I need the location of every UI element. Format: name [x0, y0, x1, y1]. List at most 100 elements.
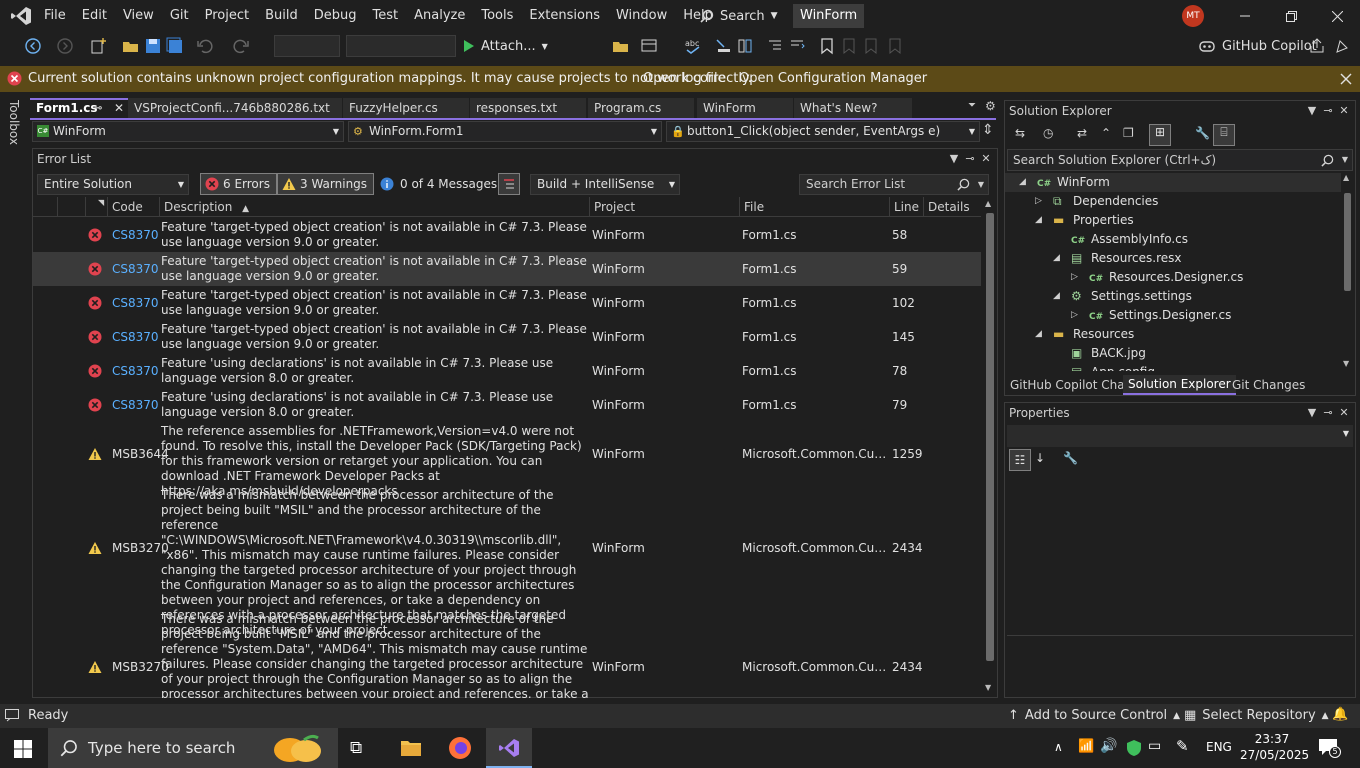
table-row[interactable]: MSB3270 There was a mismatch between the … — [33, 610, 981, 698]
pen-icon[interactable]: ✎ — [1176, 737, 1189, 755]
tab-github-copilot-chat[interactable]: GitHub Copilot Chat — [1005, 375, 1134, 395]
table-row[interactable]: MSB3644 The reference assemblies for .NET… — [33, 422, 981, 498]
show-hidden-icons-icon[interactable]: ∧ — [1054, 740, 1063, 754]
show-all-files-icon[interactable]: ⊞ — [1149, 124, 1171, 146]
restore-button[interactable] — [1268, 0, 1314, 32]
notifications-bell-icon[interactable]: 🔔 — [1332, 707, 1348, 722]
tree-item[interactable]: ◢ ▬ Resources — [1005, 325, 1341, 344]
switch-views-icon[interactable]: ⇆ — [1015, 126, 1025, 140]
close-icon[interactable]: ✕ — [1337, 104, 1351, 118]
tree-item[interactable]: ▤ App.config — [1005, 363, 1341, 371]
menu-tools[interactable]: Tools — [473, 0, 521, 32]
save-all-icon[interactable] — [166, 37, 184, 55]
tab-fuzzyhelper-cs[interactable]: FuzzyHelper.cs — [343, 98, 469, 118]
tab-list-dropdown-icon[interactable]: ⏷ — [968, 100, 976, 111]
collapse-arrow-icon[interactable]: ◢ — [1035, 325, 1042, 344]
step-into-icon[interactable] — [714, 37, 732, 55]
error-code[interactable]: CS8370 — [112, 296, 159, 310]
column-header-file[interactable]: File — [739, 197, 889, 217]
menu-extensions[interactable]: Extensions — [521, 0, 608, 32]
table-row[interactable]: MSB3270 There was a mismatch between the … — [33, 486, 981, 637]
menu-test[interactable]: Test — [365, 0, 407, 32]
visual-studio-taskbar-button[interactable] — [486, 728, 532, 768]
undo-icon[interactable] — [196, 37, 214, 55]
table-row[interactable]: CS8370 Feature 'target-typed object creat… — [33, 218, 981, 252]
collapse-arrow-icon[interactable]: ◢ — [1035, 211, 1042, 230]
menu-analyze[interactable]: Analyze — [406, 0, 473, 32]
type-navigation-combo[interactable]: ⚙ WinForm.Form1 ▼ — [348, 121, 662, 142]
scope-combo[interactable]: Entire Solution ▼ — [37, 174, 189, 195]
tree-item[interactable]: ▷ C# Settings.Designer.cs — [1005, 306, 1341, 325]
spell-check-icon[interactable]: abc — [684, 37, 702, 55]
table-row[interactable]: CS8370 Feature 'target-typed object creat… — [33, 252, 981, 286]
close-window-button[interactable] — [1314, 0, 1360, 32]
pane-options-icon[interactable]: ▼ — [1305, 406, 1319, 420]
error-code[interactable]: CS8370 — [112, 364, 159, 378]
outdent-icon[interactable] — [788, 37, 806, 55]
tab-responses-txt[interactable]: responses.txt — [470, 98, 586, 118]
close-icon[interactable]: ✕ — [1337, 406, 1351, 420]
bookmark-icon[interactable] — [818, 37, 836, 55]
table-row[interactable]: CS8370 Feature 'using declarations' is no… — [33, 388, 981, 422]
search-menu[interactable]: Search ▼ — [700, 0, 778, 32]
filter-current-document-button[interactable] — [498, 173, 520, 195]
copy-icon[interactable]: ❐ — [1123, 126, 1134, 140]
share-icon[interactable] — [1308, 37, 1326, 55]
errors-filter-button[interactable]: 6 Errors — [200, 173, 277, 195]
clock[interactable]: 23:37 27/05/2025 — [1240, 731, 1309, 763]
pin-icon[interactable]: ⊸ — [963, 152, 977, 166]
step-over-icon[interactable] — [736, 37, 754, 55]
wrench-icon[interactable]: 🔧 — [1195, 126, 1210, 140]
menu-window[interactable]: Window — [608, 0, 675, 32]
member-navigation-combo[interactable]: 🔒 button1_Click(object sender, EventArgs… — [666, 121, 980, 142]
scroll-down-icon[interactable]: ▼ — [1343, 359, 1349, 368]
language-indicator[interactable]: ENG — [1206, 740, 1232, 754]
github-copilot-button[interactable]: GitHub Copilot — [1198, 35, 1317, 57]
close-icon[interactable]: ✕ — [114, 100, 124, 117]
navigate-back-icon[interactable] — [24, 37, 42, 55]
gear-icon[interactable]: ⚙ — [985, 99, 996, 113]
tab-whats-new[interactable]: What's New? — [794, 98, 912, 118]
expand-arrow-icon[interactable]: ▷ — [1071, 306, 1078, 325]
tab-program-cs[interactable]: Program.cs — [588, 98, 694, 118]
new-project-icon[interactable] — [90, 37, 108, 55]
open-log-file-link[interactable]: Open log file — [643, 66, 726, 92]
error-list-scrollbar[interactable]: ▲ ▼ — [983, 197, 997, 697]
properties-object-combo[interactable]: ▼ — [1007, 425, 1353, 447]
menu-debug[interactable]: Debug — [306, 0, 365, 32]
tab-winform[interactable]: WinForm — [697, 98, 793, 118]
pin-icon[interactable]: ⊸ — [1321, 406, 1335, 420]
tree-item[interactable]: ▣ BACK.jpg — [1005, 344, 1341, 363]
menu-git[interactable]: Git — [162, 0, 197, 32]
solution-explorer-search-input[interactable]: Search Solution Explorer (Ctrl+ک) ▼ — [1007, 149, 1353, 171]
save-icon[interactable] — [144, 37, 162, 55]
scrollbar-thumb[interactable] — [986, 213, 994, 661]
indent-icon[interactable] — [766, 37, 784, 55]
scroll-up-icon[interactable]: ▲ — [1343, 173, 1349, 182]
warnings-filter-button[interactable]: 3 Warnings — [277, 173, 375, 195]
select-repository-button[interactable]: ▦ Select Repository ▲ — [1184, 704, 1329, 728]
sync-icon[interactable]: ⇄ — [1077, 126, 1087, 140]
categorized-view-icon[interactable]: ☷ — [1009, 449, 1031, 471]
solution-name-badge[interactable]: WinForm — [793, 4, 865, 28]
solution-platform-combo[interactable] — [346, 35, 456, 57]
tree-item[interactable]: ▷ C# Resources.Designer.cs — [1005, 268, 1341, 287]
error-code[interactable]: CS8370 — [112, 398, 159, 412]
menu-edit[interactable]: Edit — [74, 0, 115, 32]
column-header-icon[interactable]: ◥ — [85, 197, 107, 217]
tree-item[interactable]: ◢ ▬ Properties — [1005, 211, 1341, 230]
column-header-details[interactable]: Details — [923, 197, 981, 217]
tree-item[interactable]: ◢ ▤ Resources.resx — [1005, 249, 1341, 268]
clear-bookmarks-icon[interactable] — [886, 37, 904, 55]
minimize-button[interactable] — [1222, 0, 1268, 32]
menu-view[interactable]: View — [115, 0, 162, 32]
table-row[interactable]: CS8370 Feature 'target-typed object creat… — [33, 320, 981, 354]
collapse-arrow-icon[interactable]: ◢ — [1053, 249, 1060, 268]
task-view-icon[interactable]: ⧉ — [350, 738, 362, 758]
close-icon[interactable] — [1340, 73, 1352, 85]
error-code[interactable]: CS8370 — [112, 262, 159, 276]
expand-arrow-icon[interactable]: ▷ — [1035, 192, 1042, 211]
notification-center-button[interactable]: 5 — [1318, 738, 1341, 758]
tree-item[interactable]: C# AssemblyInfo.cs — [1005, 230, 1341, 249]
scroll-up-icon[interactable]: ▲ — [985, 199, 991, 208]
